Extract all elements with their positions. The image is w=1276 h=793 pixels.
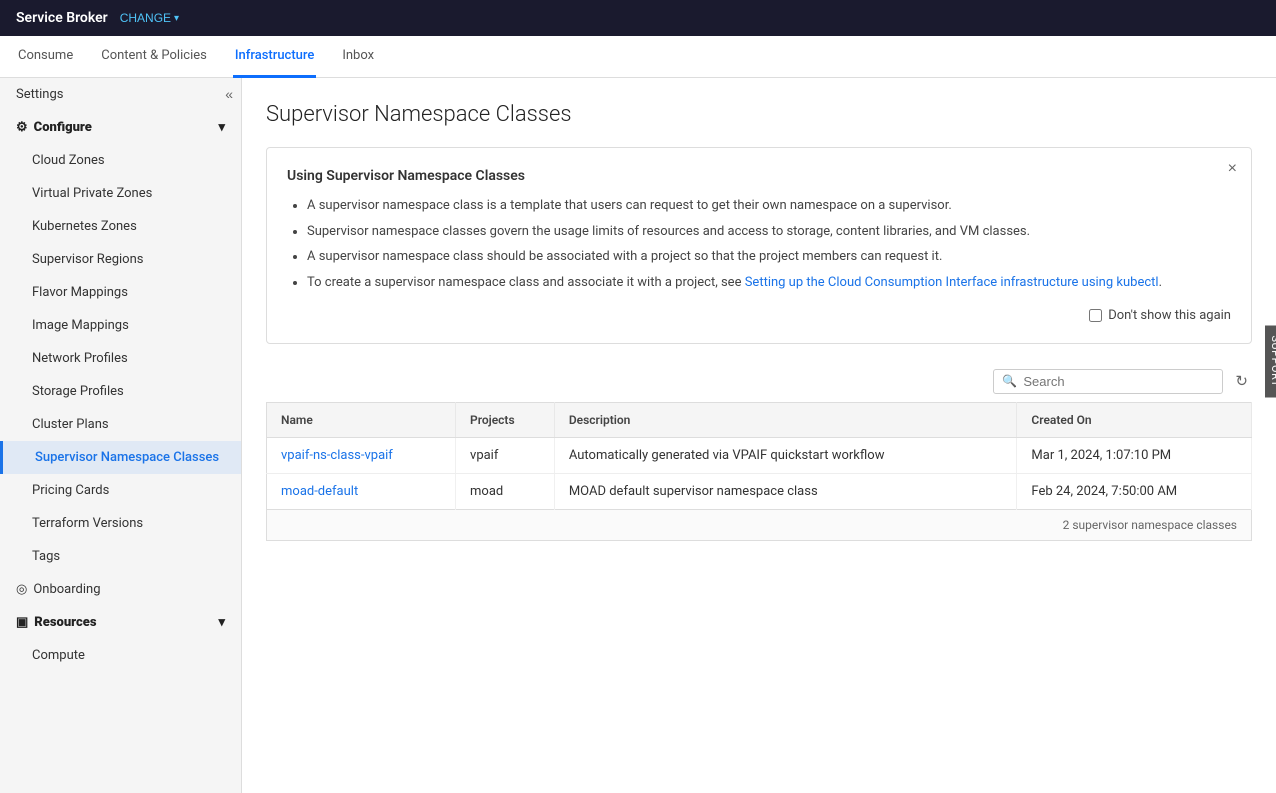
cell-projects: moad	[456, 474, 555, 510]
sidebar-item-image-mappings[interactable]: Image Mappings	[0, 309, 241, 342]
change-chevron-icon: ▾	[174, 13, 179, 24]
sidebar-item-label: Supervisor Namespace Classes	[35, 450, 219, 465]
info-box-link[interactable]: Setting up the Cloud Consumption Interfa…	[745, 275, 1159, 290]
info-box-footer: Don't show this again	[287, 308, 1231, 323]
sidebar-item-kubernetes-zones[interactable]: Kubernetes Zones	[0, 210, 241, 243]
app-layout: « Settings ⚙ Configure ▾ Cloud Zones Vir…	[0, 78, 1276, 793]
tab-consume[interactable]: Consume	[16, 36, 75, 78]
sidebar-item-label: Network Profiles	[32, 351, 128, 366]
sidebar-item-supervisor-namespace-classes[interactable]: Supervisor Namespace Classes	[0, 441, 241, 474]
sidebar-item-resources[interactable]: ▣ Resources ▾	[0, 606, 241, 639]
sidebar-item-label: Pricing Cards	[32, 483, 109, 498]
search-box: 🔍	[993, 369, 1223, 394]
search-input[interactable]	[1023, 374, 1214, 389]
sidebar-item-label: Supervisor Regions	[32, 252, 143, 267]
info-box-title: Using Supervisor Namespace Classes	[287, 168, 1231, 184]
name-link[interactable]: moad-default	[281, 484, 358, 499]
sidebar-item-label: Resources	[34, 615, 96, 630]
dont-show-checkbox-label[interactable]: Don't show this again	[1089, 308, 1231, 323]
sidebar-item-supervisor-regions[interactable]: Supervisor Regions	[0, 243, 241, 276]
sidebar-item-onboarding[interactable]: ◎ Onboarding	[0, 573, 241, 606]
sidebar-item-terraform-versions[interactable]: Terraform Versions	[0, 507, 241, 540]
support-tab[interactable]: SUPPORT	[1266, 325, 1276, 397]
sidebar-item-storage-profiles[interactable]: Storage Profiles	[0, 375, 241, 408]
col-header-created-on: Created On	[1017, 403, 1252, 438]
cell-description: Automatically generated via VPAIF quicks…	[554, 438, 1017, 474]
sidebar-item-cluster-plans[interactable]: Cluster Plans	[0, 408, 241, 441]
search-icon: 🔍	[1002, 374, 1017, 388]
app-title: Service Broker	[16, 10, 108, 26]
main-content: Supervisor Namespace Classes Using Super…	[242, 78, 1276, 793]
info-box-bullet-3: A supervisor namespace class should be a…	[307, 247, 1231, 267]
sidebar-item-label: Flavor Mappings	[32, 285, 128, 300]
tab-infrastructure[interactable]: Infrastructure	[233, 36, 317, 78]
info-box-bullet-1: A supervisor namespace class is a templa…	[307, 196, 1231, 216]
sidebar-item-label: Tags	[32, 549, 60, 564]
cell-created-on: Mar 1, 2024, 1:07:10 PM	[1017, 438, 1252, 474]
sidebar-item-virtual-private-zones[interactable]: Virtual Private Zones	[0, 177, 241, 210]
sidebar-item-compute[interactable]: Compute	[0, 639, 241, 672]
table-footer: 2 supervisor namespace classes	[266, 510, 1252, 541]
info-box-bullet-2: Supervisor namespace classes govern the …	[307, 222, 1231, 242]
change-button[interactable]: CHANGE ▾	[120, 11, 179, 25]
col-header-projects: Projects	[456, 403, 555, 438]
sidebar-item-label: Image Mappings	[32, 318, 129, 333]
sidebar-item-label: Compute	[32, 648, 85, 663]
sidebar-item-flavor-mappings[interactable]: Flavor Mappings	[0, 276, 241, 309]
data-table: Name Projects Description Created On vpa…	[266, 402, 1252, 510]
sidebar-item-cloud-zones[interactable]: Cloud Zones	[0, 144, 241, 177]
sidebar-item-label: Terraform Versions	[32, 516, 143, 531]
refresh-button[interactable]: ↻	[1231, 368, 1252, 394]
sidebar-item-pricing-cards[interactable]: Pricing Cards	[0, 474, 241, 507]
sidebar-item-configure[interactable]: ⚙ Configure ▾	[0, 111, 241, 144]
col-header-name: Name	[267, 403, 456, 438]
nav-tabs: Consume Content & Policies Infrastructur…	[0, 36, 1276, 78]
sidebar-item-settings[interactable]: Settings	[0, 78, 241, 111]
name-link[interactable]: vpaif-ns-class-vpaif	[281, 448, 393, 463]
table-body: vpaif-ns-class-vpaif vpaif Automatically…	[267, 438, 1252, 510]
dont-show-checkbox[interactable]	[1089, 309, 1102, 322]
sidebar-item-label: Cluster Plans	[32, 417, 109, 432]
resources-icon: ▣	[16, 615, 28, 630]
table-row: moad-default moad MOAD default superviso…	[267, 474, 1252, 510]
cell-name: vpaif-ns-class-vpaif	[267, 438, 456, 474]
cell-created-on: Feb 24, 2024, 7:50:00 AM	[1017, 474, 1252, 510]
cell-description: MOAD default supervisor namespace class	[554, 474, 1017, 510]
tab-inbox[interactable]: Inbox	[340, 36, 376, 78]
info-box-close-button[interactable]: ×	[1228, 160, 1237, 178]
sidebar-item-label: Storage Profiles	[32, 384, 124, 399]
table-header: Name Projects Description Created On	[267, 403, 1252, 438]
sidebar-item-label: Settings	[16, 87, 63, 102]
sidebar-item-label: Cloud Zones	[32, 153, 105, 168]
table-row: vpaif-ns-class-vpaif vpaif Automatically…	[267, 438, 1252, 474]
info-box-list: A supervisor namespace class is a templa…	[287, 196, 1231, 292]
info-box: Using Supervisor Namespace Classes × A s…	[266, 147, 1252, 344]
sidebar-item-tags[interactable]: Tags	[0, 540, 241, 573]
cell-projects: vpaif	[456, 438, 555, 474]
sidebar-item-label: Configure	[34, 120, 92, 135]
cell-name: moad-default	[267, 474, 456, 510]
page-title: Supervisor Namespace Classes	[266, 102, 1252, 127]
sidebar-item-label: Onboarding	[33, 582, 100, 597]
top-bar: Service Broker CHANGE ▾	[0, 0, 1276, 36]
resources-chevron-icon: ▾	[218, 615, 225, 630]
sidebar-collapse-button[interactable]: «	[225, 86, 233, 102]
onboarding-icon: ◎	[16, 582, 27, 597]
sidebar: « Settings ⚙ Configure ▾ Cloud Zones Vir…	[0, 78, 242, 793]
tab-content-policies[interactable]: Content & Policies	[99, 36, 209, 78]
table-toolbar: 🔍 ↻	[266, 368, 1252, 394]
sidebar-item-label: Kubernetes Zones	[32, 219, 137, 234]
configure-chevron-icon: ▾	[218, 120, 225, 135]
sidebar-item-network-profiles[interactable]: Network Profiles	[0, 342, 241, 375]
sidebar-item-label: Virtual Private Zones	[32, 186, 152, 201]
configure-icon: ⚙	[16, 120, 28, 135]
col-header-description: Description	[554, 403, 1017, 438]
info-box-bullet-4: To create a supervisor namespace class a…	[307, 273, 1231, 293]
